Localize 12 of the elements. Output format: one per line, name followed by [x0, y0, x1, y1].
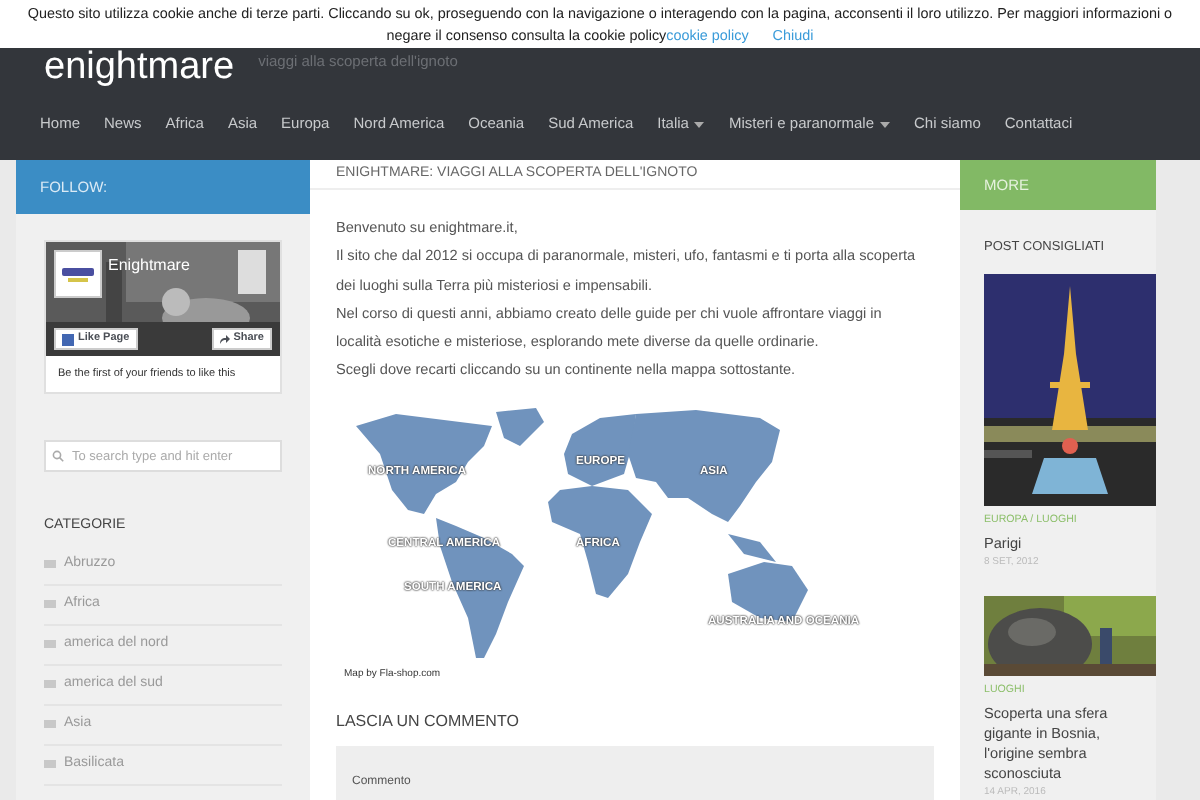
- folder-icon: [44, 600, 56, 609]
- site-logo[interactable]: enightmare: [44, 48, 235, 88]
- folder-icon: [44, 640, 56, 649]
- folder-icon: [44, 680, 56, 689]
- folder-icon: [44, 560, 56, 569]
- folder-icon: [44, 760, 56, 769]
- facebook-icon: [62, 333, 74, 345]
- folder-icon: [44, 720, 56, 729]
- page-name-link[interactable]: Enightmare: [108, 254, 190, 278]
- comment-heading: LASCIA UN COMMENTO: [336, 710, 521, 734]
- share-arrow-icon: [219, 334, 230, 344]
- page-logo-icon: [54, 250, 102, 298]
